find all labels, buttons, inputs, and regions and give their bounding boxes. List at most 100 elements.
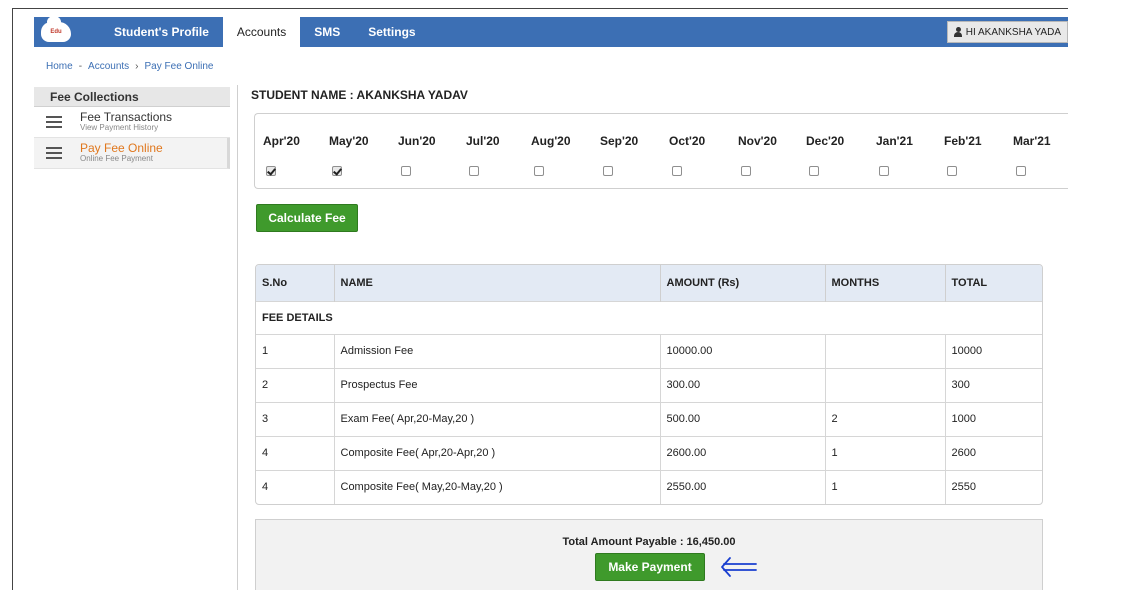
month-checkbox-feb21[interactable] [947, 166, 957, 176]
cell-amount: 500.00 [660, 401, 826, 436]
table-row: 1 Admission Fee 10000.00 10000 [256, 333, 1042, 368]
logo-text: Edu [50, 29, 62, 35]
cell-months: 1 [825, 469, 946, 504]
payment-summary-panel: Total Amount Payable : 16,450.00 Make Pa… [255, 519, 1043, 590]
table-row: 2 Prospectus Fee 300.00 300 [256, 367, 1042, 402]
cell-amount: 2550.00 [660, 469, 826, 504]
cell-total: 10000 [945, 333, 1042, 368]
month-selection-panel: Apr'20 May'20 Jun'20 Jul'20 Aug'20 Sep'2… [254, 113, 1070, 189]
nav-student-profile[interactable]: Student's Profile [78, 17, 223, 47]
sidebar-item-pay-fee-online[interactable]: Pay Fee Online Online Fee Payment [34, 138, 230, 169]
table-section-row: FEE DETAILS [256, 300, 1042, 334]
nav-label: Settings [368, 25, 416, 39]
col-header-total: TOTAL [945, 265, 1042, 301]
sidebar-item-title: Fee Transactions [80, 110, 173, 124]
month-label: Dec'20 [806, 134, 845, 148]
cloud-logo-icon: Edu [41, 16, 71, 42]
month-checkbox-nov20[interactable] [741, 166, 751, 176]
table-row: 4 Composite Fee( Apr,20-Apr,20 ) 2600.00… [256, 435, 1042, 470]
make-payment-button[interactable]: Make Payment [595, 553, 705, 581]
section-label: FEE DETAILS [256, 300, 1042, 334]
table-row: 4 Composite Fee( May,20-May,20 ) 2550.00… [256, 469, 1042, 504]
month-label: Nov'20 [738, 134, 777, 148]
cell-amount: 10000.00 [660, 333, 826, 368]
month-checkbox-jul20[interactable] [469, 166, 479, 176]
col-header-sno: S.No [256, 265, 335, 301]
page-right-margin [1068, 0, 1122, 590]
month-checkbox-may20[interactable] [332, 166, 342, 176]
student-name-heading: STUDENT NAME : AKANKSHA YADAV [251, 88, 468, 102]
month-checkbox-apr20[interactable] [266, 166, 276, 176]
cell-total: 1000 [945, 401, 1042, 436]
left-arrow-annotation-icon [721, 557, 757, 577]
user-icon [953, 27, 962, 37]
nav-label: SMS [314, 25, 341, 39]
cell-sno: 4 [256, 469, 335, 504]
sidebar-item-subtitle: Online Fee Payment [80, 154, 153, 163]
month-checkbox-sep20[interactable] [603, 166, 613, 176]
app-logo[interactable]: Edu [34, 16, 78, 47]
fee-details-table: S.No NAME AMOUNT (Rs) MONTHS TOTAL FEE D… [255, 264, 1043, 505]
cell-sno: 1 [256, 333, 335, 368]
cell-name: Exam Fee( Apr,20-May,20 ) [334, 401, 661, 436]
sidebar-title: Fee Collections [34, 87, 230, 107]
nav-accounts[interactable]: Accounts [222, 15, 301, 49]
cell-months [825, 367, 946, 402]
cell-name: Composite Fee( Apr,20-Apr,20 ) [334, 435, 661, 470]
cell-name: Composite Fee( May,20-May,20 ) [334, 469, 661, 504]
month-checkbox-dec20[interactable] [809, 166, 819, 176]
nav-label: Accounts [236, 25, 287, 39]
month-label: Apr'20 [263, 134, 300, 148]
month-label: Jul'20 [466, 134, 500, 148]
cell-months: 1 [825, 435, 946, 470]
table-row: 3 Exam Fee( Apr,20-May,20 ) 500.00 2 100… [256, 401, 1042, 436]
cell-total: 2550 [945, 469, 1042, 504]
sidebar-item-subtitle: View Payment History [80, 123, 159, 132]
cell-sno: 3 [256, 401, 335, 436]
breadcrumb-separator: - [78, 61, 83, 72]
nav-sms[interactable]: SMS [300, 17, 354, 47]
calculate-fee-button[interactable]: Calculate Fee [256, 204, 358, 232]
month-label: Feb'21 [944, 134, 982, 148]
breadcrumb-accounts-link[interactable]: Accounts [88, 61, 129, 72]
month-label: Jun'20 [398, 134, 436, 148]
month-label: Sep'20 [600, 134, 639, 148]
cell-name: Prospectus Fee [334, 367, 661, 402]
month-label: Jan'21 [876, 134, 913, 148]
cell-months: 2 [825, 401, 946, 436]
menu-icon [46, 116, 62, 128]
sidebar-item-fee-transactions[interactable]: Fee Transactions View Payment History [34, 107, 230, 138]
cell-total: 2600 [945, 435, 1042, 470]
month-checkbox-mar21[interactable] [1016, 166, 1026, 176]
sidebar: Fee Collections Fee Transactions View Pa… [34, 87, 230, 169]
table-header-row: S.No NAME AMOUNT (Rs) MONTHS TOTAL [256, 265, 1042, 301]
col-header-amount: AMOUNT (Rs) [660, 265, 826, 301]
top-navbar: Edu Student's Profile Accounts SMS Setti… [34, 15, 1068, 49]
cell-sno: 2 [256, 367, 335, 402]
page-frame-left [12, 8, 13, 590]
month-checkbox-jan21[interactable] [879, 166, 889, 176]
breadcrumb-current: Pay Fee Online [144, 61, 214, 72]
page-frame-top [12, 8, 1122, 9]
content-divider [237, 85, 238, 590]
cell-name: Admission Fee [334, 333, 661, 368]
month-checkbox-jun20[interactable] [401, 166, 411, 176]
month-checkbox-aug20[interactable] [534, 166, 544, 176]
month-checkbox-oct20[interactable] [672, 166, 682, 176]
menu-icon [46, 147, 62, 159]
month-label: May'20 [329, 134, 369, 148]
cell-months [825, 333, 946, 368]
nav-settings[interactable]: Settings [354, 17, 429, 47]
col-header-months: MONTHS [825, 265, 946, 301]
breadcrumb-separator: › [135, 61, 139, 72]
cell-amount: 2600.00 [660, 435, 826, 470]
user-greeting: HI AKANKSHA YADA [965, 26, 1061, 38]
total-amount-payable: Total Amount Payable : 16,450.00 [562, 536, 736, 548]
cell-amount: 300.00 [660, 367, 826, 402]
user-menu-button[interactable]: HI AKANKSHA YADA [946, 21, 1068, 43]
nav-label: Student's Profile [114, 25, 209, 39]
month-label: Mar'21 [1013, 134, 1051, 148]
month-label: Aug'20 [531, 134, 571, 148]
breadcrumb-home-link[interactable]: Home [46, 61, 73, 72]
sidebar-item-title: Pay Fee Online [80, 141, 163, 155]
